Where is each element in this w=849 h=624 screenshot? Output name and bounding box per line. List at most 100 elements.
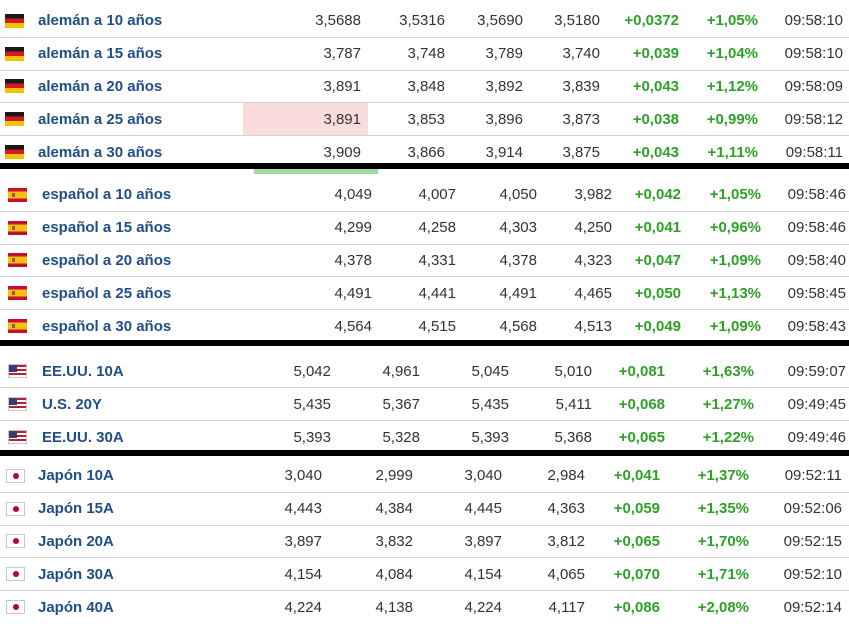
table-row[interactable]: Japón 30A 4,154 4,084 4,154 4,065 +0,070 +1,71…	[0, 558, 849, 592]
high-value: 4,568	[499, 317, 537, 335]
high-value: 3,040	[464, 467, 502, 485]
change-value: +0,050	[634, 284, 681, 302]
last-value: 5,435	[293, 395, 331, 413]
low-value: 3,5180	[554, 12, 600, 30]
bond-group: español a 10 años 4,049 4,007 4,050 3,982 +0,…	[0, 179, 849, 343]
table-row[interactable]: alemán a 25 años 3,891 3,853 3,896 3,873 +0,0…	[0, 103, 849, 137]
instrument-name-link[interactable]: alemán a 25 años	[38, 103, 162, 135]
timestamp: 09:58:10	[784, 12, 843, 30]
previous-value: 2,999	[375, 467, 413, 485]
change-value: +0,086	[613, 598, 660, 616]
timestamp: 09:59:07	[787, 362, 846, 380]
instrument-name-link[interactable]: U.S. 20Y	[42, 388, 102, 420]
table-row[interactable]: Japón 10A 3,040 2,999 3,040 2,984 +0,041 +1,37…	[0, 460, 849, 493]
last-value: 4,564	[334, 317, 372, 335]
bond-group: alemán a 10 años 3,5688 3,5316 3,5690 3,5180…	[0, 5, 849, 169]
timestamp: 09:58:46	[787, 186, 846, 204]
instrument-name-link[interactable]: alemán a 10 años	[38, 5, 162, 37]
spain-flag-icon	[8, 220, 27, 235]
change-percent: +1,09%	[709, 251, 761, 269]
previous-value: 4,515	[418, 317, 456, 335]
low-value: 3,812	[547, 532, 585, 550]
high-value: 4,224	[464, 598, 502, 616]
change-value: +0,042	[634, 186, 681, 204]
high-value: 5,435	[471, 395, 509, 413]
change-percent: +1,09%	[709, 317, 761, 335]
low-value: 4,323	[574, 251, 612, 269]
japan-flag-icon	[6, 600, 25, 615]
change-percent: +1,70%	[697, 532, 749, 550]
high-value: 3,5690	[477, 12, 523, 30]
change-value: +0,049	[634, 317, 681, 335]
last-value: 5,393	[293, 428, 331, 446]
change-value: +0,065	[613, 532, 660, 550]
previous-value: 4,331	[418, 251, 456, 269]
last-value: 3,040	[284, 467, 322, 485]
table-row[interactable]: español a 15 años 4,299 4,258 4,303 4,250 +0,…	[0, 212, 849, 245]
previous-value: 5,328	[382, 428, 420, 446]
high-value: 3,897	[464, 532, 502, 550]
table-row[interactable]: Japón 15A 4,443 4,384 4,445 4,363 +0,059 +1,35…	[0, 493, 849, 526]
germany-flag-icon	[5, 13, 24, 28]
previous-value: 3,832	[375, 532, 413, 550]
change-value: +0,065	[618, 428, 665, 446]
timestamp: 09:58:09	[784, 77, 843, 95]
instrument-name-link[interactable]: español a 30 años	[42, 310, 171, 342]
table-row[interactable]: U.S. 20Y 5,435 5,367 5,435 5,411 +0,068 +1,27%…	[0, 388, 849, 421]
high-value: 4,303	[499, 219, 537, 237]
table-row[interactable]: Japón 20A 3,897 3,832 3,897 3,812 +0,065 +1,70…	[0, 526, 849, 559]
change-percent: +2,08%	[697, 598, 749, 616]
table-row[interactable]: alemán a 10 años 3,5688 3,5316 3,5690 3,5180…	[0, 5, 849, 38]
instrument-name-link[interactable]: español a 15 años	[42, 212, 171, 244]
instrument-name-link[interactable]: alemán a 20 años	[38, 71, 162, 103]
price-up-highlight	[254, 169, 378, 174]
instrument-name-link[interactable]: Japón 15A	[38, 493, 114, 525]
last-value: 4,224	[284, 598, 322, 616]
low-value: 4,465	[574, 284, 612, 302]
instrument-name-link[interactable]: Japón 20A	[38, 526, 114, 558]
instrument-name-link[interactable]: Japón 10A	[38, 460, 114, 492]
instrument-name-link[interactable]: Japón 40A	[38, 591, 114, 623]
high-value: 4,378	[499, 251, 537, 269]
low-value: 4,513	[574, 317, 612, 335]
change-percent: +1,12%	[706, 77, 758, 95]
table-row[interactable]: EE.UU. 10A 5,042 4,961 5,045 5,010 +0,081 +1,6…	[0, 355, 849, 388]
previous-value: 4,084	[375, 565, 413, 583]
instrument-name-link[interactable]: EE.UU. 10A	[42, 355, 124, 387]
low-value: 4,065	[547, 565, 585, 583]
change-percent: +1,13%	[709, 284, 761, 302]
last-value: 3,891	[323, 77, 361, 95]
high-value: 3,892	[485, 77, 523, 95]
last-value: 3,897	[284, 532, 322, 550]
table-row[interactable]: alemán a 15 años 3,787 3,748 3,789 3,740 +0,0…	[0, 38, 849, 71]
instrument-name-link[interactable]: Japón 30A	[38, 558, 114, 590]
last-value: 3,891	[323, 110, 361, 128]
instrument-name-link[interactable]: español a 20 años	[42, 245, 171, 277]
high-value: 3,896	[485, 110, 523, 128]
timestamp: 09:58:46	[787, 219, 846, 237]
table-row[interactable]: español a 25 años 4,491 4,441 4,491 4,465 +0,…	[0, 277, 849, 311]
last-value: 4,154	[284, 565, 322, 583]
previous-value: 4,441	[418, 284, 456, 302]
spain-flag-icon	[8, 286, 27, 301]
instrument-name-link[interactable]: alemán a 15 años	[38, 38, 162, 70]
change-value: +0,041	[634, 219, 681, 237]
instrument-name-link[interactable]: español a 25 años	[42, 277, 171, 309]
timestamp: 09:52:14	[783, 598, 842, 616]
previous-value: 4,384	[375, 500, 413, 518]
last-value: 4,049	[334, 186, 372, 204]
timestamp: 09:58:43	[787, 317, 846, 335]
instrument-name-link[interactable]: español a 10 años	[42, 179, 171, 211]
high-value: 3,789	[485, 45, 523, 63]
table-row[interactable]: Japón 40A 4,224 4,138 4,224 4,117 +0,086 +2,08…	[0, 591, 849, 623]
japan-flag-icon	[6, 567, 25, 582]
table-row[interactable]: español a 30 años 4,564 4,515 4,568 4,513 +0,…	[0, 310, 849, 342]
table-row[interactable]: español a 10 años 4,049 4,007 4,050 3,982 +0,…	[0, 179, 849, 212]
instrument-name-link[interactable]: EE.UU. 30A	[42, 421, 124, 453]
germany-flag-icon	[5, 46, 24, 61]
change-value: +0,0372	[624, 12, 679, 30]
table-row[interactable]: alemán a 20 años 3,891 3,848 3,892 3,839 +0,0…	[0, 71, 849, 104]
change-percent: +1,04%	[706, 45, 758, 63]
table-row[interactable]: EE.UU. 30A 5,393 5,328 5,393 5,368 +0,065 +1,2…	[0, 421, 849, 453]
table-row[interactable]: español a 20 años 4,378 4,331 4,378 4,323 +0,…	[0, 245, 849, 278]
